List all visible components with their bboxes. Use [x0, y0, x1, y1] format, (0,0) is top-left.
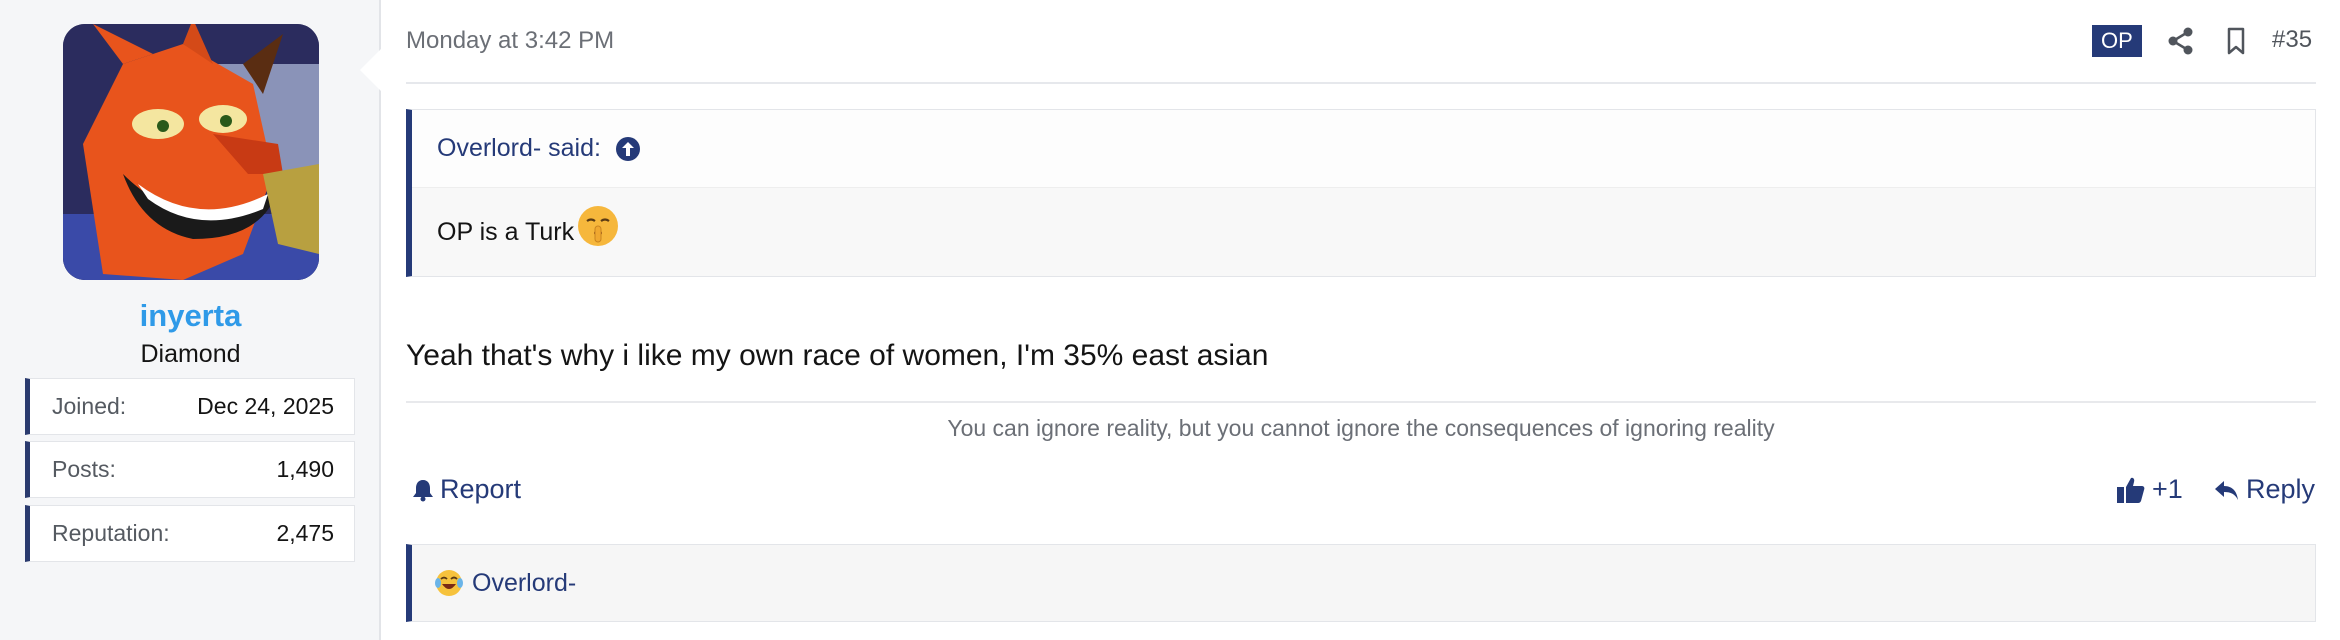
report-button[interactable]: Report: [412, 474, 521, 505]
stat-label: Posts:: [52, 456, 116, 482]
quote-text: OP is a Turk: [437, 217, 575, 246]
reply-button[interactable]: Reply: [2214, 474, 2315, 505]
stat-value: 1,490: [276, 456, 334, 482]
arrow-up-circle-icon[interactable]: [615, 136, 641, 162]
user-title: Diamond: [140, 340, 241, 368]
share-icon[interactable]: [2166, 26, 2196, 56]
stat-joined: Joined: Dec 24, 2025: [25, 378, 355, 435]
avatar-image: [63, 24, 319, 280]
stat-value: 2,475: [276, 520, 334, 546]
op-badge: OP: [2092, 25, 2142, 57]
like-count: +1: [2152, 474, 2183, 504]
user-sidebar: inyerta Diamond Joined: Dec 24, 2025 Pos…: [0, 0, 382, 640]
bookmark-icon[interactable]: [2221, 26, 2251, 56]
quote-header[interactable]: Overlord- said:: [412, 110, 2315, 188]
laughing-crying-face-icon: [435, 570, 463, 596]
stat-value: Dec 24, 2025: [197, 393, 334, 419]
avatar[interactable]: [63, 24, 319, 280]
signature: You can ignore reality, but you cannot i…: [406, 401, 2316, 449]
shushing-face-icon: [578, 206, 619, 246]
reply-icon: [2215, 480, 2238, 500]
post-number[interactable]: #35: [2272, 26, 2312, 54]
post-arrow: [360, 48, 382, 92]
post-timestamp[interactable]: Monday at 3:42 PM: [406, 27, 614, 55]
stat-label: Joined:: [52, 393, 127, 419]
post-header: Monday at 3:42 PM OP #35: [406, 0, 2316, 84]
quote-author[interactable]: Overlord- said:: [437, 134, 601, 163]
quote-content: OP is a Turk: [412, 188, 2315, 276]
bell-icon: [413, 479, 433, 501]
username[interactable]: inyerta: [0, 298, 381, 334]
report-label: Report: [440, 474, 522, 504]
post-message: Yeah that's why i like my own race of wo…: [406, 339, 1269, 372]
post: Monday at 3:42 PM OP #35 Overlord- said:: [406, 0, 2316, 640]
like-button[interactable]: +1: [2116, 474, 2183, 505]
stat-posts: Posts: 1,490: [25, 441, 355, 498]
post-actions: Report +1 Reply: [406, 474, 2316, 514]
quote-block: Overlord- said: OP is a Turk: [406, 109, 2316, 277]
reactions-bar[interactable]: Overlord-: [406, 544, 2316, 622]
stat-reputation: Reputation: 2,475: [25, 505, 355, 562]
stat-label: Reputation:: [52, 520, 170, 546]
thumbs-up-icon: [2117, 477, 2145, 503]
reaction-users[interactable]: Overlord-: [472, 569, 576, 598]
reply-label: Reply: [2246, 474, 2316, 504]
